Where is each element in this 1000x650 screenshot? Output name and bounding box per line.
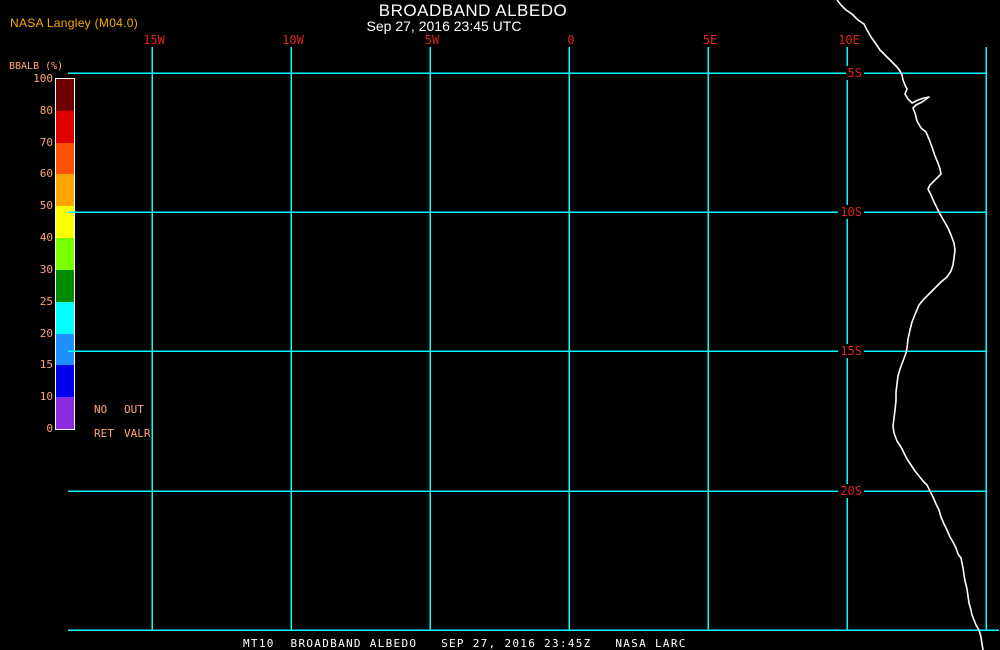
lon-label-5W: 5W	[424, 33, 440, 47]
lat-label-15S: 15S	[838, 344, 864, 358]
lon-label-15W: 15W	[143, 33, 165, 47]
colorbar	[55, 78, 75, 430]
lon-label-5E: 5E	[702, 33, 718, 47]
coastline	[836, 0, 984, 650]
lat-label-box-5S: 5S	[818, 66, 864, 80]
colorbar-tick-100: 100	[33, 72, 53, 85]
lat-label-10S: 10S	[838, 205, 864, 219]
lat-label-5S: 5S	[845, 66, 864, 80]
flag-valr-label: VALR	[124, 427, 151, 440]
colorbar-band-0-10	[56, 397, 74, 429]
lon-label-0: 0	[567, 33, 575, 47]
colorbar-tick-15: 15	[39, 358, 53, 371]
colorbar-band-20-25	[56, 301, 74, 334]
flag-no-label: NO	[94, 403, 108, 416]
colorbar-band-10-15	[56, 365, 74, 398]
lat-label-box-20S: 20S	[818, 484, 864, 498]
footer-caption: MT10 BROADBAND ALBEDO SEP 27, 2016 23:45…	[243, 637, 687, 650]
colorbar-tick-70: 70	[39, 136, 53, 149]
colorbar-tick-30: 30	[39, 263, 53, 276]
colorbar-tick-0: 0	[46, 422, 53, 435]
colorbar-band-25-30	[56, 269, 74, 302]
colorbar-tick-10: 10	[39, 390, 53, 403]
lon-label-10E: 10E	[838, 33, 860, 47]
colorbar-tick-60: 60	[39, 167, 53, 180]
colorbar-band-15-20	[56, 333, 74, 366]
screen: NASA Langley (M04.0) BROADBAND ALBEDO Se…	[0, 0, 1000, 650]
colorbar-tick-40: 40	[39, 231, 53, 244]
colorbar-title: BBALB (%)	[9, 61, 64, 72]
colorbar-band-60-70	[56, 142, 74, 175]
colorbar-band-80-100	[56, 79, 74, 111]
lon-label-10W: 10W	[282, 33, 304, 47]
page-subtitle: Sep 27, 2016 23:45 UTC	[366, 18, 522, 34]
map-canvas	[68, 0, 999, 650]
colorbar-tick-20: 20	[39, 327, 53, 340]
lat-label-20S: 20S	[838, 484, 864, 498]
colorbar-band-30-40	[56, 238, 74, 270]
colorbar-band-40-50	[56, 206, 74, 239]
colorbar-band-70-80	[56, 110, 74, 143]
credit-label: NASA Langley (M04.0)	[10, 16, 139, 30]
colorbar-tick-80: 80	[39, 104, 53, 117]
flag-ret-label: RET	[94, 427, 114, 440]
lat-label-box-10S: 10S	[818, 205, 864, 219]
lat-label-box-15S: 15S	[818, 344, 864, 358]
flag-out-label: OUT	[124, 403, 144, 416]
colorbar-tick-25: 25	[39, 295, 53, 308]
colorbar-tick-50: 50	[39, 199, 53, 212]
colorbar-band-50-60	[56, 174, 74, 207]
